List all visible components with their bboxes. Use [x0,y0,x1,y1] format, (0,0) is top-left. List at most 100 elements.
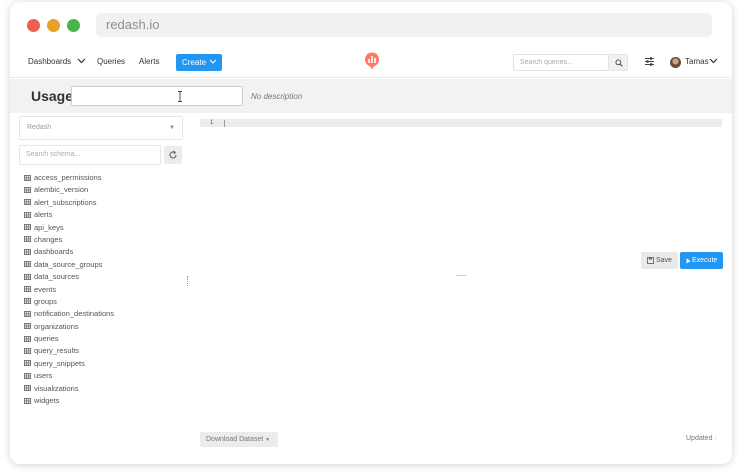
schema-table-item[interactable]: dashboards [24,246,114,258]
schema-table-item[interactable]: groups [24,296,114,308]
schema-table-item[interactable]: data_source_groups [24,259,114,271]
sliders-icon[interactable] [644,56,655,67]
schema-table-item[interactable]: query_snippets [24,358,114,370]
search-button[interactable] [609,54,628,71]
schema-table-item[interactable]: organizations [24,321,114,333]
schema-table-name: alembic_version [34,185,89,195]
query-title-bar: Usage No description [10,79,732,113]
avatar[interactable] [670,57,681,68]
table-icon [24,310,31,317]
caret-down-icon: ▼ [169,125,175,131]
schema-table-name: notification_destinations [34,309,115,319]
schema-table-item[interactable]: alembic_version [24,184,114,196]
browser-window: redash.io Dashboards Queries Alerts Crea… [10,2,732,464]
address-bar[interactable]: redash.io [96,13,712,37]
schema-table-name: data_source_groups [34,259,103,269]
table-icon [24,248,31,255]
schema-table-name: access_permissions [34,173,102,182]
chevron-down-icon [209,59,217,64]
editor-active-line[interactable] [200,119,722,127]
table-icon [24,174,31,181]
schema-table-item[interactable]: notification_destinations [24,308,114,320]
maximize-dot-icon[interactable] [67,19,80,32]
search-queries-input[interactable]: Search queries... [513,54,609,71]
table-icon [24,385,31,392]
editor-caret [224,120,225,127]
table-icon [24,273,31,280]
close-dot-icon[interactable] [27,19,40,32]
schema-table-name: dashboards [34,247,74,257]
schema-table-item[interactable]: events [24,284,114,296]
table-icon [24,347,31,354]
execute-button[interactable]: Execute [680,252,723,269]
schema-table-item[interactable]: alert_subscriptions [24,197,114,209]
schema-table-name: visualizations [34,383,79,393]
schema-table-name: alerts [34,210,53,220]
line-number: 1 [210,120,214,126]
table-icon [24,286,31,293]
refresh-schema-button[interactable] [164,146,182,164]
schema-table-list: access_permissions alembic_version alert_s… [24,172,114,407]
table-icon [24,397,31,404]
floppy-icon [647,257,654,264]
chevron-down-icon[interactable] [77,46,86,78]
editor-resize-handle[interactable] [456,275,466,276]
schema-table-name: data_sources [34,272,80,282]
table-icon [24,211,31,218]
sidebar-resize-handle[interactable] [187,276,188,286]
table-icon [24,323,31,330]
redash-logo-icon[interactable] [364,52,380,70]
schema-table-name: api_keys [34,222,64,232]
table-icon [24,224,31,231]
search-icon [615,59,623,67]
schema-table-name: changes [34,234,63,244]
schema-table-name: query_snippets [34,358,85,368]
nav-queries[interactable]: Queries [97,46,125,78]
schema-table-item[interactable]: users [24,370,114,382]
nav-alerts[interactable]: Alerts [139,46,159,78]
table-icon [24,335,31,342]
updated-label: Updated [686,435,713,442]
updated-status: Updated · [686,435,717,442]
schema-table-item[interactable]: alerts [24,209,114,221]
save-button-label: Save [656,257,672,264]
browser-chrome: redash.io [10,2,732,46]
save-button[interactable]: Save [641,252,678,269]
create-button[interactable]: Create [176,54,222,71]
schema-table-name: users [34,371,53,381]
user-name[interactable]: Tamas [685,46,709,78]
schema-table-name: events [34,284,57,294]
table-icon [24,186,31,193]
table-icon [24,236,31,243]
minimize-dot-icon[interactable] [47,19,60,32]
schema-table-item[interactable]: api_keys [24,222,114,234]
data-source-select[interactable]: Redash ▼ [19,116,183,140]
schema-table-name: groups [34,296,57,306]
table-icon [24,298,31,305]
table-icon [24,261,31,268]
create-button-label: Create [182,58,207,67]
page-title[interactable]: Usage [31,88,73,104]
schema-table-item[interactable]: data_sources [24,271,114,283]
caret-down-icon: ▼ [265,437,271,443]
query-description[interactable]: No description [251,92,302,101]
schema-table-item[interactable]: queries [24,333,114,345]
refresh-icon [169,150,177,159]
schema-table-item[interactable]: access_permissions [24,172,114,184]
nav-dashboards[interactable]: Dashboards [28,46,71,78]
execute-button-label: Execute [692,257,718,264]
download-dataset-button[interactable]: Download Dataset ▼ [200,432,278,447]
schema-table-item[interactable]: widgets [24,395,114,407]
schema-table-item[interactable]: changes [24,234,114,246]
schema-table-name: query_results [34,346,80,356]
query-name-input[interactable] [71,86,243,106]
schema-table-item[interactable]: visualizations [24,383,114,395]
schema-search-input[interactable]: Search schema... [19,145,161,165]
schema-table-item[interactable]: query_results [24,345,114,357]
app-header: Dashboards Queries Alerts Create Search … [10,46,732,78]
table-icon [24,360,31,367]
schema-table-name: queries [34,334,59,344]
chevron-down-icon[interactable] [709,46,718,78]
table-icon [24,372,31,379]
schema-table-name: organizations [34,321,79,331]
